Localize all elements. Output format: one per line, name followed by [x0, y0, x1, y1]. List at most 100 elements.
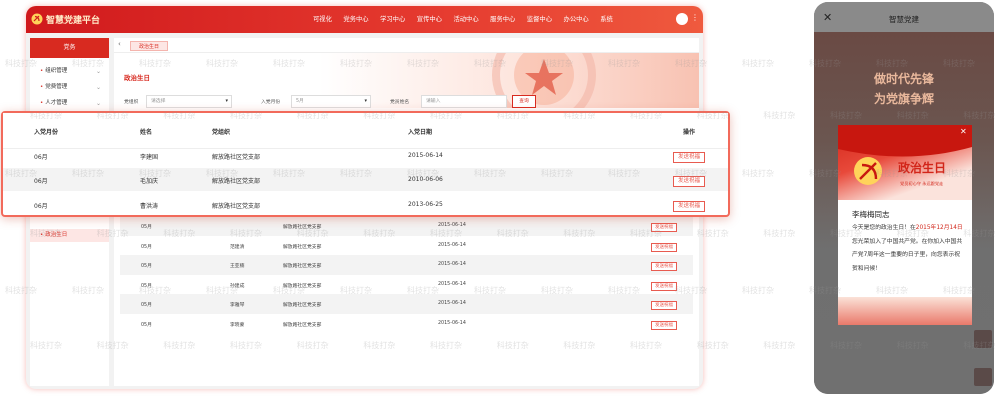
cell-date: 2015-06-14 [438, 223, 466, 228]
chevron-down-icon: ⌄ [95, 68, 101, 75]
cell-name: 孙建成 [230, 283, 245, 289]
cell-name: 曹洪涛 [140, 203, 159, 210]
send-blessing-button[interactable]: 发送祝福 [651, 242, 677, 252]
tab-bar: ‹ 政治生日 [114, 38, 699, 53]
name-filter-label: 党员姓名 [390, 100, 410, 105]
cell-name: 李雅琴 [230, 303, 245, 309]
cell-org: 解放路社区党支部 [212, 203, 261, 210]
sidebar-header[interactable]: 党务 [30, 38, 109, 58]
slogan-line-2: 为党旗争辉 [873, 92, 934, 106]
table-row: 05月 李雅琴 解放路社区党支部 2015-06-14 发送祝福 [120, 294, 693, 314]
cell-date: 2015-06-14 [408, 152, 443, 159]
send-blessing-button[interactable]: 发送祝福 [673, 201, 706, 212]
nav-item-activity[interactable]: 活动中心 [453, 14, 478, 23]
cell-org: 解放路社区党支部 [283, 225, 322, 230]
chevron-down-icon: ⌄ [95, 84, 101, 91]
name-input[interactable]: 请输入 [421, 95, 507, 108]
sidebar-item-label: 人才管理 [45, 100, 68, 106]
party-emblem-icon [31, 13, 43, 25]
send-blessing-button[interactable]: 发送祝福 [651, 281, 677, 291]
nav-item-service[interactable]: 服务中心 [490, 14, 515, 23]
table-row: 06月 李建国 解放路社区党支部 2015-06-14 发送祝福 [3, 144, 728, 167]
message-part-1: 今天是您的政治生日！在 [852, 225, 916, 231]
nav-item-supervision[interactable]: 监督中心 [527, 14, 552, 23]
brand-title: 智慧党建平台 [46, 16, 101, 26]
send-blessing-button[interactable]: 发送祝福 [673, 152, 706, 163]
news-thumbnail [974, 368, 992, 386]
message-part-2: 您光荣加入了中国共产党。在你加入中国共产党7周年这一重要的日子里，向您表示祝贺和… [852, 238, 963, 272]
header-date: 入党日期 [408, 129, 433, 136]
sidebar-item-dues[interactable]: • 党费管理 ⌄ [30, 81, 109, 94]
bullet-icon: • [40, 84, 44, 90]
nav-item-office[interactable]: 办公中心 [564, 14, 589, 23]
org-select-placeholder: 请选择 [151, 99, 166, 104]
tab-political-birthday[interactable]: 政治生日 [130, 41, 169, 51]
send-blessing-button[interactable]: 发送祝福 [651, 262, 677, 272]
bullet-icon: • [40, 100, 44, 106]
cell-org: 解放路社区党支部 [212, 154, 261, 161]
highlighted-member-table: 入党月份 姓名 党组织 入党日期 操作 06月 李建国 解放路社区党支部 201… [1, 111, 730, 217]
cell-month: 05月 [141, 283, 152, 289]
name-input-placeholder: 请输入 [426, 99, 441, 104]
watermark-text: 科技打杂 [742, 286, 774, 295]
cell-date: 2015-06-14 [438, 262, 466, 268]
nav-item-party-affairs[interactable]: 党务中心 [343, 14, 368, 23]
header-name: 姓名 [140, 129, 153, 136]
more-menu-icon[interactable]: ⋮ [691, 13, 699, 22]
table-row: 05月 王亚楠 解放路社区党支部 2015-06-14 发送祝福 [120, 255, 693, 275]
cell-month: 05月 [141, 264, 152, 270]
send-blessing-button[interactable]: 发送祝福 [673, 176, 706, 187]
top-navbar: 智慧党建平台 可视化 党务中心 学习中心 宣传中心 活动中心 服务中心 监督中心… [26, 6, 703, 33]
month-filter-label: 入党月份 [261, 100, 281, 105]
cell-org: 解放路社区党支部 [283, 244, 322, 250]
cell-name: 毛加庆 [140, 178, 159, 185]
back-arrow-icon[interactable]: ‹ [118, 40, 121, 48]
caret-down-icon: ▾ [225, 98, 228, 104]
cell-month: 05月 [141, 303, 152, 309]
political-birthday-modal: 政治生日 党员初心守 永远跟党走 ✕ 李梅梅同志 今天是您的政治生日！在2015… [838, 125, 972, 325]
cell-org: 解放路社区党支部 [283, 283, 322, 289]
main-nav: 可视化 党务中心 学习中心 宣传中心 活动中心 服务中心 监督中心 办公中心 系… [313, 14, 624, 23]
bullet-icon: • [40, 68, 44, 74]
cell-name: 王亚楠 [230, 264, 245, 270]
org-filter-label: 党组织 [124, 100, 139, 105]
cell-date: 2015-06-14 [438, 281, 466, 287]
modal-close-icon[interactable]: ✕ [960, 127, 967, 136]
send-blessing-button[interactable]: 发送祝福 [651, 223, 677, 232]
modal-title: 政治生日 [898, 161, 947, 175]
nav-item-visualization[interactable]: 可视化 [313, 14, 332, 23]
bullet-icon: • [40, 232, 44, 238]
header-org: 党组织 [212, 129, 231, 136]
send-blessing-button[interactable]: 发送祝福 [651, 301, 677, 311]
nav-item-publicity[interactable]: 宣传中心 [417, 14, 442, 23]
modal-footer-decoration [838, 297, 972, 325]
send-blessing-button[interactable]: 发送祝福 [651, 320, 677, 330]
cell-org: 解放路社区党支部 [283, 303, 322, 309]
phone-titlebar: ✕ 智慧党建 [814, 2, 994, 32]
member-table: 05月 解放路社区党支部 2015-06-14 发送祝福 05月 范建清 解放路… [120, 216, 693, 334]
greeting: 李梅梅同志 [852, 210, 890, 219]
caret-down-icon: ▾ [364, 98, 367, 104]
table-row: 05月 孙建成 解放路社区党支部 2015-06-14 发送祝福 [120, 275, 693, 295]
sidebar-item-org[interactable]: • 组织管理 ⌄ [30, 65, 109, 78]
cell-month: 05月 [141, 244, 152, 250]
cell-month: 06月 [34, 203, 48, 210]
sidebar-item-political-birthday[interactable]: • 政治生日 [30, 229, 109, 242]
cell-name: 李建国 [140, 154, 159, 161]
org-select[interactable]: 请选择 ▾ [146, 95, 232, 108]
sidebar-item-label: 政治生日 [45, 232, 68, 238]
cell-month: 05月 [141, 322, 152, 328]
watermark-text: 科技打杂 [742, 169, 774, 178]
cell-month: 06月 [34, 178, 48, 185]
table-row: 06月 毛加庆 解放路社区党支部 2010-06-06 发送祝福 [3, 168, 728, 191]
cell-month: 06月 [34, 154, 48, 161]
search-button[interactable]: 查询 [512, 95, 536, 108]
month-select[interactable]: 5月 ▾ [291, 95, 371, 108]
watermark-text: 科技打杂 [742, 59, 774, 68]
cell-date: 2015-06-14 [438, 242, 466, 248]
nav-item-system[interactable]: 系统 [600, 14, 613, 23]
user-avatar[interactable] [676, 13, 688, 25]
sidebar-item-talent[interactable]: • 人才管理 ⌄ [30, 97, 109, 110]
table-row: 05月 范建清 解放路社区党支部 2015-06-14 发送祝福 [120, 236, 693, 256]
nav-item-learning[interactable]: 学习中心 [380, 14, 405, 23]
